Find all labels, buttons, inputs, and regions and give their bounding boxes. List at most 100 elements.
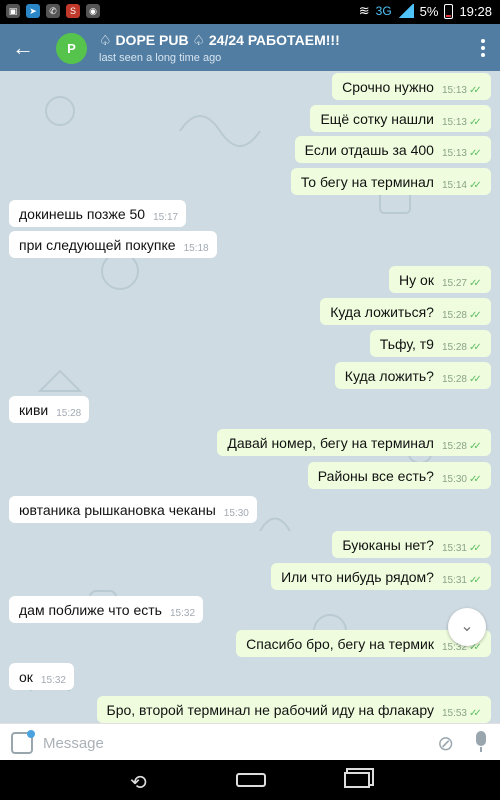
message-text: Ещё сотку нашли [320, 110, 434, 127]
message-text: ок [19, 668, 33, 685]
message-time: 15:30 [441, 474, 467, 485]
viber-icon: ✆ [46, 4, 60, 18]
outgoing-message[interactable]: Ну ок 15:27 ✓✓ [389, 266, 491, 293]
outgoing-message[interactable]: То бегу на терминал 15:14 ✓✓ [290, 168, 491, 195]
double-check-icon: ✓✓ [469, 374, 482, 385]
double-check-icon: ✓✓ [469, 148, 482, 159]
outgoing-message[interactable]: Куда ложиться? 15:28 ✓✓ [320, 298, 491, 325]
scroll-down-button[interactable]: ⌄ [448, 608, 486, 646]
double-check-icon: ✓✓ [469, 543, 482, 554]
incoming-message[interactable]: дам поближе что есть 15:32 [9, 596, 204, 623]
outgoing-message[interactable]: Давай номер, бегу на терминал 15:28 ✓✓ [217, 429, 491, 456]
nav-home-icon[interactable] [236, 773, 266, 787]
message-text: ювтаника рышкановка чеканы [19, 501, 216, 518]
outgoing-message[interactable]: Если отдашь за 400 15:13 ✓✓ [294, 136, 491, 163]
message-time: 15:13 [441, 148, 467, 159]
double-check-icon: ✓✓ [469, 180, 482, 191]
message-time: 15:17 [153, 212, 179, 223]
message-text: Тьфу, т9 [379, 335, 434, 352]
message-time: 15:14 [441, 180, 467, 191]
message-text: Ну ок [399, 271, 434, 288]
wifi-icon: ≋ [358, 3, 370, 18]
message-composer: ⊘ [0, 723, 500, 760]
nav-back-icon[interactable]: ⟲ [130, 770, 147, 795]
double-check-icon: ✓✓ [469, 342, 482, 353]
microphone-icon[interactable] [474, 731, 488, 753]
double-check-icon: ✓✓ [469, 278, 482, 289]
paperclip-icon[interactable]: ⊘ [437, 731, 454, 756]
signal-icon [397, 4, 414, 18]
message-text: дам поближе что есть [19, 601, 162, 618]
telegram-icon: ➤ [26, 4, 40, 18]
message-time: 15:30 [223, 508, 249, 519]
double-check-icon: ✓✓ [469, 575, 482, 586]
message-time: 15:27 [441, 278, 467, 289]
back-arrow-icon[interactable]: ← [10, 35, 36, 61]
message-text: Спасибо бро, бегу на термик [246, 635, 434, 652]
message-text: Давай номер, бегу на терминал [227, 434, 434, 451]
message-time: 15:18 [183, 243, 209, 254]
message-text: при следующей покупке [19, 236, 176, 253]
last-seen-status: last seen a long time ago [99, 52, 222, 64]
chat-header: ← P ♤ DOPE PUB ♤ 24/24 РАБОТАЕМ!!! last … [0, 24, 500, 71]
chat-title[interactable]: ♤ DOPE PUB ♤ 24/24 РАБОТАЕМ!!! [99, 32, 340, 49]
message-text: Срочно нужно [342, 78, 434, 95]
incoming-message[interactable]: докинешь позже 50 15:17 [9, 200, 187, 227]
incoming-message[interactable]: киви 15:28 [9, 396, 90, 423]
message-time: 15:28 [56, 408, 82, 419]
message-time: 15:32 [40, 675, 66, 686]
network-type: 3G [375, 4, 392, 18]
message-time: 15:13 [441, 117, 467, 128]
message-text: То бегу на терминал [300, 173, 434, 190]
message-text: докинешь позже 50 [19, 205, 146, 222]
photos-icon: ▣ [6, 4, 20, 18]
message-text: Районы все есть? [317, 467, 434, 484]
incoming-message[interactable]: при следующей покупке 15:18 [9, 231, 217, 258]
message-text: Куда ложить? [344, 367, 434, 384]
avatar[interactable]: P [56, 33, 87, 64]
outgoing-message[interactable]: Ещё сотку нашли 15:13 ✓✓ [310, 105, 491, 132]
message-time: 15:28 [441, 374, 467, 385]
sticker-emoji-icon[interactable] [11, 730, 35, 754]
system-navigation-bar: ⟲ [0, 760, 500, 800]
double-check-icon: ✓✓ [469, 474, 482, 485]
message-text: Бро, второй терминал не рабочий иду на ф… [106, 701, 434, 718]
message-time: 15:13 [441, 85, 467, 96]
double-check-icon: ✓✓ [469, 708, 482, 719]
message-time: 15:32 [169, 608, 196, 619]
message-time: 15:28 [441, 342, 467, 353]
message-input[interactable] [43, 730, 413, 756]
android-icon: ◉ [86, 4, 100, 18]
message-time: 15:28 [441, 310, 467, 321]
outgoing-message[interactable]: Бро, второй терминал не рабочий иду на ф… [96, 696, 491, 723]
outgoing-message[interactable]: Буюканы нет? 15:31 ✓✓ [332, 531, 491, 558]
message-text: Если отдашь за 400 [304, 141, 434, 158]
message-text: Куда ложиться? [330, 303, 434, 320]
avatar-letter: P [67, 41, 76, 56]
battery-icon [444, 3, 454, 19]
message-time: 15:31 [441, 575, 467, 586]
incoming-message[interactable]: ювтаника рышкановка чеканы 15:30 [9, 496, 257, 523]
outgoing-message[interactable]: Районы все есть? 15:30 ✓✓ [307, 462, 491, 489]
message-text: киви [19, 401, 49, 418]
message-text: Буюканы нет? [342, 536, 434, 553]
nav-recents-icon[interactable] [344, 772, 370, 788]
chevron-down-icon: ⌄ [460, 618, 474, 635]
message-time: 15:28 [441, 441, 467, 452]
message-list[interactable]: Срочно нужно 15:13 ✓✓ Ещё сотку нашли 15:13 ✓… [0, 71, 500, 723]
app-icon: S [66, 4, 80, 18]
status-bar: ▣ ➤ ✆ S ◉ ≋ 3G 5% 19:28 [0, 0, 500, 24]
outgoing-message[interactable]: Срочно нужно 15:13 ✓✓ [332, 73, 491, 100]
incoming-message[interactable]: ок 15:32 [9, 663, 74, 690]
double-check-icon: ✓✓ [469, 117, 482, 128]
clock: 19:28 [459, 3, 492, 19]
message-time: 15:53 [441, 708, 467, 719]
more-options-icon[interactable] [476, 36, 490, 60]
message-text: Или что нибудь рядом? [281, 568, 434, 585]
outgoing-message[interactable]: Или что нибудь рядом? 15:31 ✓✓ [271, 563, 491, 590]
double-check-icon: ✓✓ [469, 310, 482, 321]
outgoing-message[interactable]: Тьфу, т9 15:28 ✓✓ [369, 330, 491, 357]
double-check-icon: ✓✓ [469, 85, 482, 96]
outgoing-message[interactable]: Куда ложить? 15:28 ✓✓ [334, 362, 491, 389]
message-time: 15:31 [441, 543, 467, 554]
